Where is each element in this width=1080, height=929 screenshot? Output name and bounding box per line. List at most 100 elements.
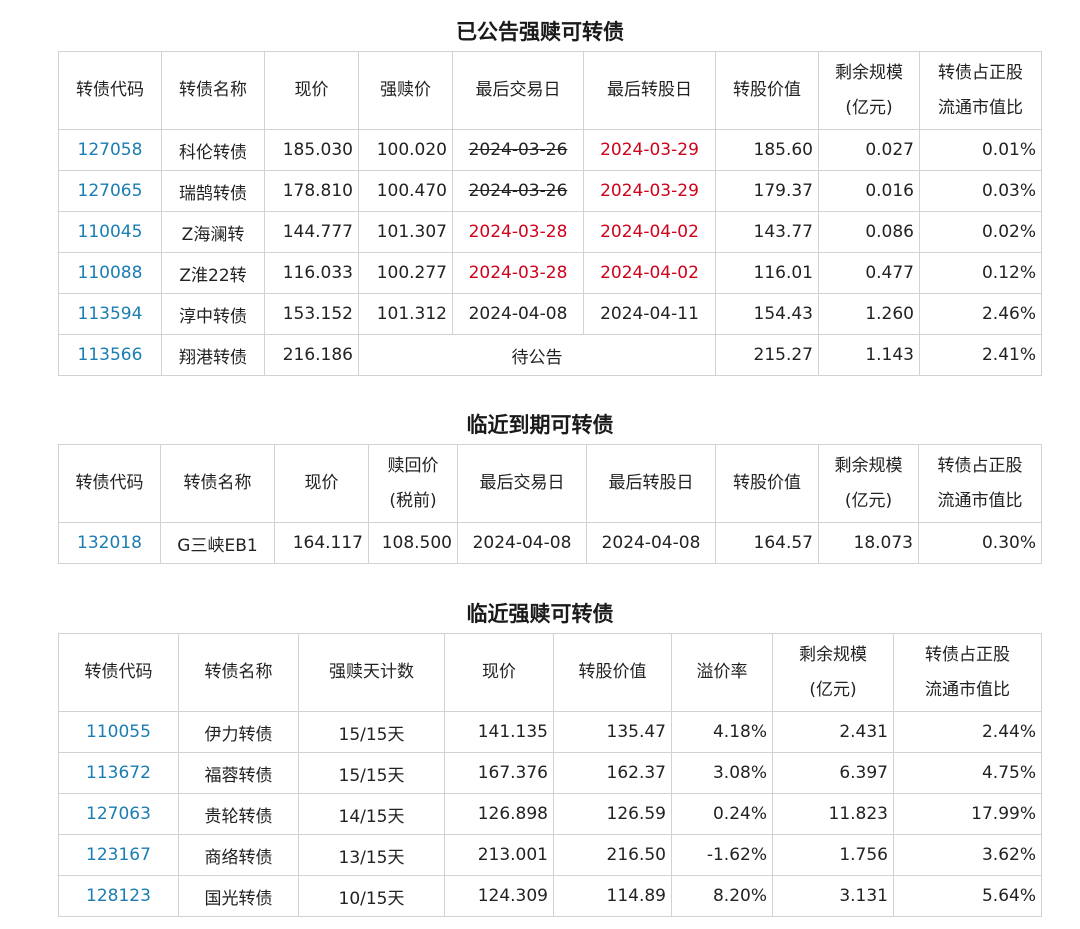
section-title-near-maturity: 临近到期可转债 (466, 413, 614, 437)
price-cell: 116.033 (264, 252, 359, 294)
bond-code-cell: 127063 (58, 793, 179, 835)
price-cell: 216.186 (264, 334, 359, 376)
price-cell: 213.001 (444, 834, 554, 876)
bond-name-cell: G三峡EB1 (160, 522, 275, 564)
bond-code-link[interactable]: 123167 (86, 845, 151, 865)
redeem-day-count-cell: 15/15天 (298, 752, 445, 794)
price-cell: 141.135 (444, 711, 554, 753)
bond-code-link[interactable]: 110088 (78, 263, 143, 283)
convert-value-cell: 185.60 (715, 129, 819, 171)
header-cell: 转债名称 (160, 444, 275, 523)
remaining-size-cell: 0.016 (818, 170, 920, 212)
price-cell: 178.810 (264, 170, 359, 212)
bond-code-cell: 110055 (58, 711, 179, 753)
price-cell: 153.152 (264, 293, 359, 335)
bond-code-link[interactable]: 127065 (78, 181, 143, 201)
convert-value-cell: 162.37 (553, 752, 672, 794)
header-cell: 转债占正股 流通市值比 (918, 444, 1042, 523)
bond-name-cell: 商络转债 (178, 834, 299, 876)
table-row: 113594 淳中转债 153.152 101.312 2024-04-08 2… (58, 293, 1042, 335)
last-trade-date-cell: 2024-03-28 (452, 211, 584, 253)
header-cell: 转债代码 (58, 444, 161, 523)
bond-code-link[interactable]: 132018 (77, 533, 142, 553)
float-ratio-cell: 0.30% (918, 522, 1042, 564)
bond-code-link[interactable]: 110055 (86, 722, 151, 742)
bond-code-cell: 127065 (58, 170, 162, 212)
bond-code-cell: 113672 (58, 752, 179, 794)
bond-code-link[interactable]: 110045 (78, 222, 143, 242)
remaining-size-cell: 11.823 (772, 793, 894, 835)
header-cell: 剩余规模 (亿元) (772, 633, 894, 712)
table-row: 127063 贵轮转债 14/15天 126.898 126.59 0.24% … (58, 793, 1042, 835)
last-convert-date-cell: 2024-04-11 (583, 293, 716, 335)
near-maturity-table: 转债代码 转债名称 现价 赎回价 (税前) 最后交易日 最后转股日 转股价值 剩余… (58, 444, 1042, 564)
float-ratio-cell: 0.03% (919, 170, 1042, 212)
price-cell: 167.376 (444, 752, 554, 794)
convert-value-cell: 216.50 (553, 834, 672, 876)
pending-announcement-cell: 待公告 (358, 334, 716, 376)
bond-name-cell: Z海澜转 (161, 211, 265, 253)
bond-code-link[interactable]: 127063 (86, 804, 151, 824)
bond-code-link[interactable]: 113594 (78, 304, 143, 324)
bond-code-link[interactable]: 128123 (86, 886, 151, 906)
redeem-day-count-cell: 15/15天 (298, 711, 445, 753)
last-trade-date-cell: 2024-03-28 (452, 252, 584, 294)
convert-value-cell: 143.77 (715, 211, 819, 253)
header-cell: 转债代码 (58, 633, 179, 712)
float-ratio-cell: 2.46% (919, 293, 1042, 335)
last-convert-date-cell: 2024-03-29 (583, 129, 716, 171)
table-row: 113672 福蓉转债 15/15天 167.376 162.37 3.08% … (58, 752, 1042, 794)
last-trade-date-cell: 2024-04-08 (457, 522, 587, 564)
convert-value-cell: 179.37 (715, 170, 819, 212)
table-row: 127065 瑞鹄转债 178.810 100.470 2024-03-26 2… (58, 170, 1042, 212)
convert-value-cell: 126.59 (553, 793, 672, 835)
float-ratio-cell: 0.01% (919, 129, 1042, 171)
header-cell: 转债占正股 流通市值比 (919, 51, 1042, 130)
bond-code-cell: 113566 (58, 334, 162, 376)
bond-name-cell: 科伦转债 (161, 129, 265, 171)
header-cell: 强赎价 (358, 51, 453, 130)
convert-value-cell: 164.57 (715, 522, 819, 564)
near-redemption-table: 转债代码 转债名称 强赎天计数 现价 转股价值 溢价率 剩余规模 (亿元) 转债占… (58, 633, 1042, 917)
remaining-size-cell: 1.260 (818, 293, 920, 335)
bond-name-cell: 瑞鹄转债 (161, 170, 265, 212)
table-row: 110088 Z淮22转 116.033 100.277 2024-03-28 … (58, 252, 1042, 294)
bond-code-cell: 113594 (58, 293, 162, 335)
bond-name-cell: 国光转债 (178, 875, 299, 917)
redeem-price-cell: 101.312 (358, 293, 453, 335)
header-cell: 强赎天计数 (298, 633, 445, 712)
header-cell: 转股价值 (553, 633, 672, 712)
header-cell: 最后交易日 (452, 51, 584, 130)
bond-code-link[interactable]: 113672 (86, 763, 151, 783)
bond-code-link[interactable]: 113566 (78, 345, 143, 365)
convert-value-cell: 135.47 (553, 711, 672, 753)
table-row: 128123 国光转债 10/15天 124.309 114.89 8.20% … (58, 875, 1042, 917)
remaining-size-cell: 1.143 (818, 334, 920, 376)
bond-name-cell: Z淮22转 (161, 252, 265, 294)
convert-value-cell: 215.27 (715, 334, 819, 376)
float-ratio-cell: 0.12% (919, 252, 1042, 294)
bond-code-cell: 110088 (58, 252, 162, 294)
bond-code-cell: 128123 (58, 875, 179, 917)
redeem-price-cell: 100.470 (358, 170, 453, 212)
convert-value-cell: 114.89 (553, 875, 672, 917)
header-cell: 转股价值 (715, 51, 819, 130)
float-ratio-cell: 2.44% (893, 711, 1042, 753)
header-cell: 转债名称 (178, 633, 299, 712)
premium-rate-cell: 0.24% (671, 793, 773, 835)
redeem-price-cell: 101.307 (358, 211, 453, 253)
header-cell: 最后交易日 (457, 444, 587, 523)
header-cell: 赎回价 (税前) (368, 444, 458, 523)
table-row: 127058 科伦转债 185.030 100.020 2024-03-26 2… (58, 129, 1042, 171)
bond-code-cell: 110045 (58, 211, 162, 253)
float-ratio-cell: 4.75% (893, 752, 1042, 794)
last-convert-date-cell: 2024-03-29 (583, 170, 716, 212)
float-ratio-cell: 5.64% (893, 875, 1042, 917)
header-cell: 转股价值 (715, 444, 819, 523)
header-cell: 最后转股日 (583, 51, 716, 130)
redeem-day-count-cell: 14/15天 (298, 793, 445, 835)
last-convert-date-cell: 2024-04-08 (586, 522, 716, 564)
bond-code-link[interactable]: 127058 (78, 140, 143, 160)
bond-name-cell: 翔港转债 (161, 334, 265, 376)
section-title-announced-redemption: 已公告强赎可转债 (456, 20, 624, 44)
